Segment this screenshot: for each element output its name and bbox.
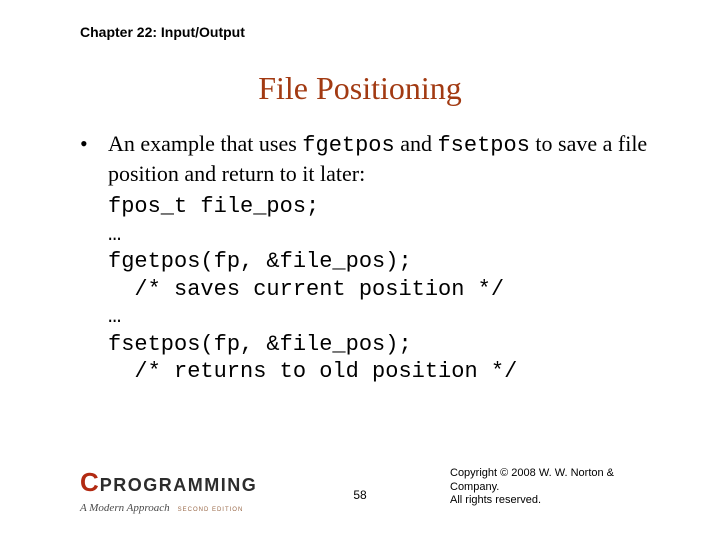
bullet-dot: • xyxy=(80,130,108,187)
footer: C PROGRAMMING A Modern Approach SECOND E… xyxy=(0,474,720,520)
copyright-line-1: Copyright © 2008 W. W. Norton & Company. xyxy=(450,467,660,495)
slide-body: • An example that uses fgetpos and fsetp… xyxy=(80,130,660,386)
slide: Chapter 22: Input/Output File Positionin… xyxy=(0,0,720,540)
code-inline-fgetpos: fgetpos xyxy=(302,133,394,158)
slide-title: File Positioning xyxy=(0,70,720,107)
text-pre: An example that uses xyxy=(108,131,302,156)
logo-edition: SECOND EDITION xyxy=(178,507,244,513)
text-mid: and xyxy=(395,131,438,156)
copyright: Copyright © 2008 W. W. Norton & Company.… xyxy=(450,467,660,508)
bullet-item: • An example that uses fgetpos and fsetp… xyxy=(80,130,660,187)
code-inline-fsetpos: fsetpos xyxy=(437,133,529,158)
code-block: fpos_t file_pos; … fgetpos(fp, &file_pos… xyxy=(108,193,660,386)
chapter-label: Chapter 22: Input/Output xyxy=(80,24,245,40)
copyright-line-2: All rights reserved. xyxy=(450,494,660,508)
bullet-text: An example that uses fgetpos and fsetpos… xyxy=(108,130,660,187)
logo-subtitle: A Modern Approach xyxy=(80,502,170,514)
